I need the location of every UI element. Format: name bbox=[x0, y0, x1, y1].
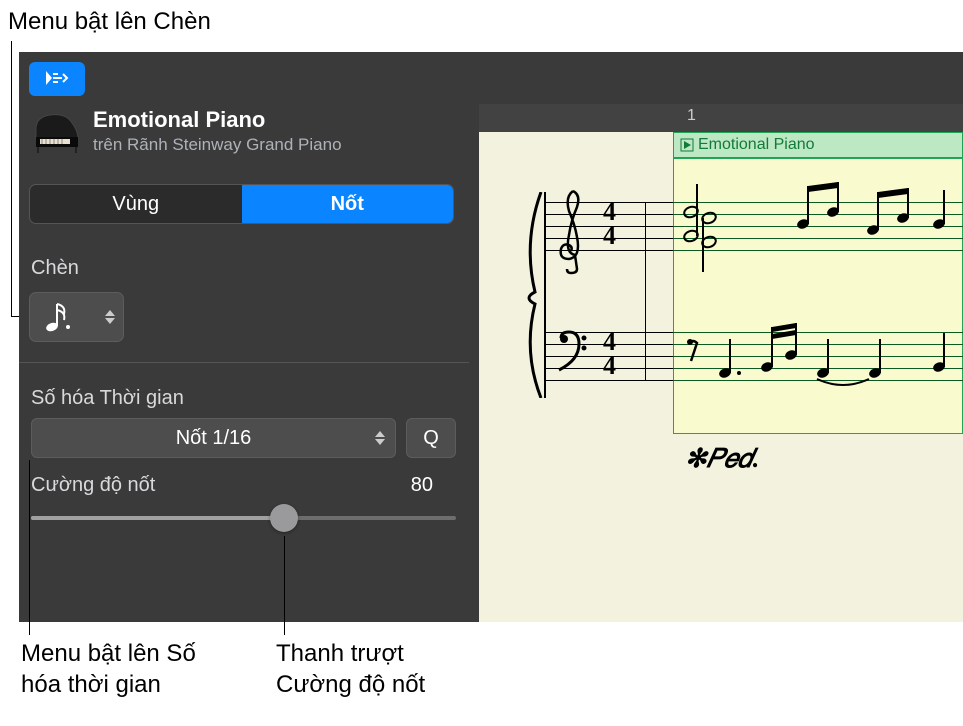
velocity-value: 80 bbox=[411, 474, 433, 497]
time-signature: 44 bbox=[603, 330, 616, 378]
region-name: Emotional Piano bbox=[698, 136, 815, 154]
region-play-icon bbox=[680, 138, 694, 152]
stepper-icon bbox=[105, 310, 115, 324]
catch-playhead-icon bbox=[40, 69, 74, 89]
insert-label: Chèn bbox=[31, 257, 79, 280]
velocity-label: Cường độ nốt bbox=[31, 474, 155, 497]
stepper-icon bbox=[375, 431, 385, 445]
callout-line bbox=[29, 460, 30, 635]
treble-notes bbox=[673, 172, 963, 282]
region-header[interactable]: Emotional Piano bbox=[673, 132, 963, 158]
segment-region[interactable]: Vùng bbox=[30, 185, 242, 223]
time-signature: 44 bbox=[603, 200, 616, 248]
app-window: Emotional Piano trên Rãnh Steinway Grand… bbox=[19, 52, 963, 622]
bass-notes bbox=[673, 317, 963, 407]
track-info: Emotional Piano trên Rãnh Steinway Grand… bbox=[93, 107, 342, 155]
callout-line bbox=[284, 536, 285, 635]
toolbar bbox=[29, 62, 85, 96]
callout-line bbox=[11, 41, 12, 316]
track-title: Emotional Piano bbox=[93, 107, 342, 133]
velocity-slider[interactable] bbox=[31, 516, 456, 520]
track-header: Emotional Piano trên Rãnh Steinway Grand… bbox=[29, 107, 449, 155]
track-subtitle: trên Rãnh Steinway Grand Piano bbox=[93, 135, 342, 155]
region-note-segmented-control[interactable]: Vùng Nốt bbox=[29, 184, 454, 224]
staff-brace-icon bbox=[521, 192, 547, 398]
time-quantize-value: Nốt 1/16 bbox=[176, 427, 252, 450]
sixteenth-note-icon bbox=[44, 300, 72, 334]
divider bbox=[19, 362, 469, 363]
callout-velocity-slider: Thanh trượt Cường độ nốt bbox=[276, 638, 476, 700]
callout-insert-menu: Menu bật lên Chèn bbox=[8, 6, 211, 37]
insert-popup-menu[interactable] bbox=[29, 292, 124, 342]
time-quantize-label: Số hóa Thời gian bbox=[31, 387, 184, 410]
treble-clef-icon bbox=[555, 187, 591, 275]
staff-system: 44 44 bbox=[495, 182, 963, 412]
time-quantize-popup-menu[interactable]: Nốt 1/16 bbox=[31, 418, 396, 458]
bass-clef-icon bbox=[555, 330, 589, 372]
grand-piano-icon bbox=[29, 107, 85, 155]
ruler[interactable]: 1 bbox=[479, 104, 963, 132]
velocity-slider-thumb[interactable] bbox=[270, 504, 298, 532]
ruler-position: 1 bbox=[687, 107, 696, 125]
barline bbox=[645, 202, 646, 380]
pedal-marking: ✻𝑃𝑒𝑑. bbox=[685, 444, 759, 475]
catch-playhead-button[interactable] bbox=[29, 62, 85, 96]
quantize-button[interactable]: Q bbox=[406, 418, 456, 458]
segment-note[interactable]: Nốt bbox=[242, 185, 454, 223]
callout-time-quantize-menu: Menu bật lên Số hóa thời gian bbox=[21, 638, 241, 700]
